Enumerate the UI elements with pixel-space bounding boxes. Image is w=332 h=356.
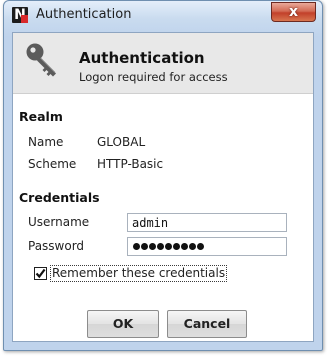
close-icon: x xyxy=(288,4,299,20)
header-subtitle: Logon required for access xyxy=(79,70,228,84)
dialog-header: Authentication Logon required for access xyxy=(13,33,313,94)
cancel-button[interactable]: Cancel xyxy=(167,310,247,338)
ok-button[interactable]: OK xyxy=(87,310,159,338)
realm-name-label: Name xyxy=(28,135,64,149)
window-title: Authentication xyxy=(36,7,132,22)
realm-scheme-value: HTTP-Basic xyxy=(97,157,164,171)
header-title: Authentication xyxy=(79,49,205,67)
password-label: Password xyxy=(28,239,85,253)
dialog-content: Authentication Logon required for access… xyxy=(12,32,314,342)
app-logo-icon: N xyxy=(12,7,28,23)
authentication-dialog: N Authentication x Authentication Logon … xyxy=(3,0,323,351)
username-label: Username xyxy=(28,215,90,229)
realm-scheme-label: Scheme xyxy=(28,157,77,171)
title-bar[interactable]: N Authentication x xyxy=(4,1,322,31)
password-input[interactable] xyxy=(127,237,287,256)
remember-checkbox[interactable] xyxy=(34,267,47,280)
username-input[interactable] xyxy=(127,213,287,232)
remember-credentials-label[interactable]: Remember these credentials xyxy=(50,265,228,282)
password-mask xyxy=(133,243,204,250)
realm-section-title: Realm xyxy=(19,109,63,124)
close-button[interactable]: x xyxy=(271,2,316,22)
realm-name-value: GLOBAL xyxy=(97,135,146,149)
key-icon xyxy=(26,43,56,77)
checkmark-icon xyxy=(35,268,46,279)
credentials-section-title: Credentials xyxy=(19,190,100,205)
app-logo-accent xyxy=(21,15,28,23)
